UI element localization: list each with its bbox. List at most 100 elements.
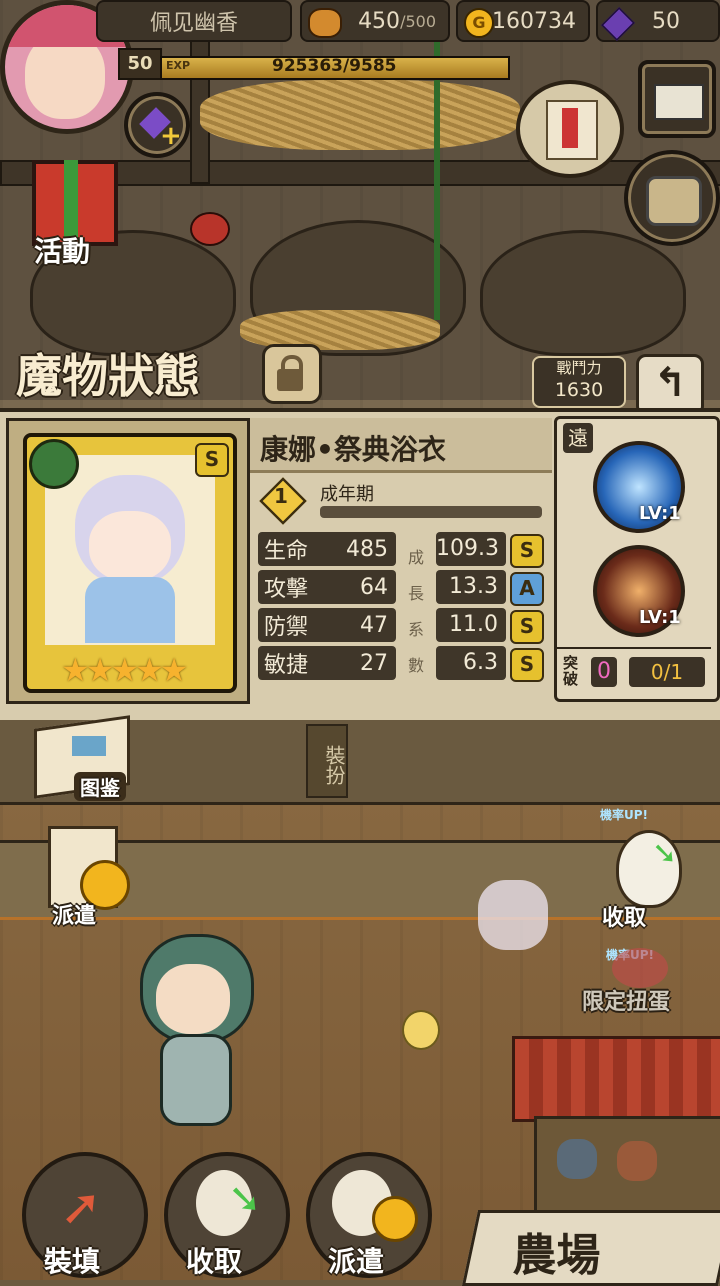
collect-nav-button[interactable]: ➘ 收取 [164,1152,290,1278]
load-label: 裝填 [44,1245,101,1278]
breakthrough-count: 0/1 [629,657,705,687]
stat-hp: 生命 485 [258,532,396,566]
skill-lightning-button[interactable]: LV:1 [593,441,685,533]
status-title: 魔物狀態 [16,349,200,403]
dispatch-button[interactable]: 派遣 [44,824,130,929]
stat-atk: 攻擊 64 [258,570,396,604]
bread-icon [308,8,342,38]
exclamation-icon [562,108,578,148]
dispatch-nav-button[interactable]: 派遣 [306,1152,432,1278]
quest-button[interactable] [516,80,624,178]
back-button[interactable]: ↰ [636,354,704,416]
growth-char-2: 長 [408,584,425,603]
player-level: 50 [118,48,162,80]
ladybug-icon [190,212,230,246]
breakthrough-label: 突破 [563,654,579,688]
stat-name: 防禦 [264,615,309,640]
farm-label: 農場 [512,1230,601,1281]
stat-value: 47 [360,612,388,638]
stat-name: 生命 [264,539,309,564]
growth-agi: 6.3 [436,646,506,680]
stat-name: 敏捷 [264,653,309,678]
codex-label: 图鉴 [74,772,126,801]
walking-monster[interactable] [134,934,254,1126]
vine [434,40,440,320]
nest-right [480,230,686,356]
gem-box[interactable]: 50 [596,0,720,42]
add-gem-button[interactable]: + [124,92,190,158]
collect-nav-arrow-icon: ➘ [228,1176,262,1222]
bag-icon [646,176,702,226]
stamina-max: /500 [400,11,436,31]
gacha-egg-icon [612,948,668,988]
book-page-image [72,736,106,756]
rate-up-label: 機率UP! [600,808,649,822]
gold-coin-icon: G [464,8,494,38]
collect-nav-label: 收取 [186,1245,243,1278]
growth-rank-def: S [510,610,544,644]
star-rating: ★★★★★ [61,651,188,689]
monster-portrait [45,455,215,645]
monster-face [89,511,171,581]
growth-rank-hp: S [510,534,544,568]
growth-char-3: 系 [408,620,425,639]
growth-char-4: 數 [408,656,425,675]
stat-name: 攻擊 [264,577,309,602]
skill-fist-button[interactable]: LV:1 [593,545,685,637]
event-button[interactable]: 活動 [12,150,132,268]
equip-button[interactable]: 裝扮 [306,724,348,798]
stage-number: 1 [274,484,288,508]
stat-def: 防禦 47 [258,608,396,642]
lock-button[interactable] [262,344,322,404]
skills-panel: 遠 LV:1 LV:1 突破 0 0/1 [554,416,720,702]
collect-label: 收取 [602,906,647,931]
limited-gacha-button[interactable]: 機率UP! 限定扭蛋 [578,940,708,1016]
stamina-value: 450 [358,8,401,34]
name-plate: 康娜•祭典浴衣 [250,418,552,473]
limited-label: 限定扭蛋 [582,990,671,1015]
coins-nav-icon [372,1196,418,1242]
straw-top [200,80,520,150]
stat-agi: 敏捷 27 [258,646,396,680]
monster-name: 康娜•祭典浴衣 [260,433,446,466]
rarity-badge: S [195,443,229,477]
breakthrough-row: 突破 0 0/1 [557,647,711,697]
plus-icon: + [160,121,182,151]
bag-button[interactable] [624,150,720,246]
exp-bar: EXP 925363/9585 [160,56,510,80]
power-value: 1630 [554,379,604,401]
skill-level: LV:1 [639,503,681,524]
monster-kimono [85,577,175,643]
gold-box[interactable]: G 160734 [456,0,590,42]
mail-button[interactable] [638,60,716,138]
dispatch-label: 派遣 [52,904,97,929]
skill-level: LV:1 [639,607,681,628]
codex-button[interactable]: 图鉴 [30,715,130,801]
portrait-frame: S ★★★★★ [6,418,250,704]
growth-char-1: 成 [408,548,425,567]
monster-card[interactable]: S ★★★★★ [23,433,237,693]
horse-icon-2 [617,1141,657,1181]
monster-body [160,1034,232,1126]
exp-text: 925363/9585 [272,56,397,76]
gold-value: 160734 [492,8,576,34]
growth-rank-agi: S [510,648,544,682]
farm-tab[interactable]: 農場 [461,1210,720,1286]
growth-hp: 109.3 [436,532,506,566]
stat-value: 64 [360,574,388,600]
load-arrow-icon: ➚ [60,1178,102,1236]
growth-atk: 13.3 [436,570,506,604]
stable-roof [512,1036,720,1122]
element-leaf-icon [29,439,79,489]
collect-egg-button[interactable]: 機率UP! ➘ 收取 [596,800,700,931]
power-label: 戰鬥力 [556,359,602,377]
stat-value: 27 [360,650,388,676]
event-label: 活動 [34,235,91,268]
chick-icon [402,1010,440,1050]
growth-rank-atk: A [510,572,544,606]
status-panel: S ★★★★★ 康娜•祭典浴衣 1 成年期 生命 485 攻擊 64 防禦 47 敏捷… [0,408,720,728]
stamina-box[interactable]: 450/500 [300,0,450,42]
back-arrow-icon: ↰ [653,360,687,406]
stat-value: 485 [346,536,388,562]
load-button[interactable]: ➚ 裝填 [22,1152,148,1278]
